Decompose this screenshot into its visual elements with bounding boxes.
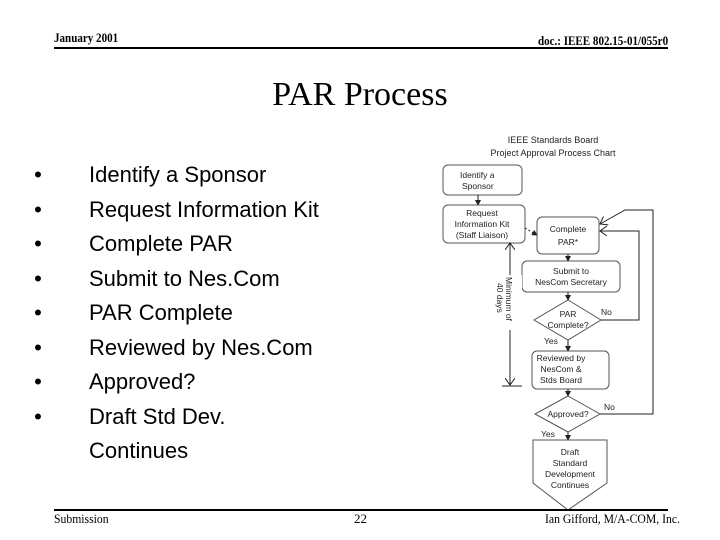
bullet-icon: • [34,369,42,394]
svg-text:Sponsor: Sponsor [462,181,494,191]
bullet-item: • Identify a Sponsor [32,158,362,193]
svg-text:Approved?: Approved? [547,409,588,419]
node-identify-sponsor: Identify a Sponsor [442,164,523,196]
bullet-icon: • [34,231,42,256]
node-complete-par: Complete PAR* [536,216,600,255]
svg-text:NesCom Secretary: NesCom Secretary [535,277,608,287]
bullet-list: • Identify a Sponsor • Request Information… [32,158,362,469]
bullet-icon: • [34,196,42,222]
bullet-icon: • [34,162,42,187]
svg-text:Stds Board: Stds Board [540,375,582,385]
svg-text:Request: Request [466,208,498,218]
flowchart-title-line1: IEEE Standards Board [508,135,599,145]
svg-text:Standard: Standard [553,458,588,468]
footer-author: Ian Gifford, M/A-COM, Inc. [545,511,680,526]
svg-text:40 days: 40 days [495,283,505,313]
flowchart-title-line2: Project Approval Process Chart [490,148,616,158]
node-request-info-kit: Request Information Kit (Staff Liaison) [442,204,526,244]
duration-label: Minimum of 40 days [495,277,514,322]
bullet-item: • Draft Std Dev. Continues [32,400,279,469]
svg-text:NesCom &: NesCom & [540,364,581,374]
node-draft-standard: Draft Standard Development Continues [532,439,608,510]
svg-text:Identify a: Identify a [460,170,495,180]
header-rule [54,47,668,49]
node-reviewed-nescom: Reviewed by NesCom & Stds Board [531,350,610,390]
svg-text:Development: Development [545,469,596,479]
bullet-item: • Reviewed by Nes.Com [32,331,362,366]
process-flowchart: IEEE Standards Board Project Approval Pr… [442,135,654,510]
svg-text:Complete?: Complete? [547,320,588,330]
slide-title: PAR Process [272,76,448,113]
footer-submission: Submission [54,511,109,526]
bullet-item: • PAR Complete [32,296,362,331]
svg-text:PAR: PAR [560,309,577,319]
label-no-1: No [601,307,612,317]
bullet-item: • Request Information Kit [32,193,362,228]
node-approved-decision: Approved? [533,395,602,433]
svg-text:Submit to: Submit to [553,266,589,276]
label-yes-2: Yes [541,429,555,439]
node-submit-nescom: Submit to NesCom Secretary [521,260,621,293]
label-yes-1: Yes [544,336,558,346]
bullet-item: • Submit to Nes.Com [32,262,362,297]
bullet-item: • Approved? [32,365,362,400]
svg-text:Complete: Complete [550,224,587,234]
svg-text:(Staff Liaison): (Staff Liaison) [456,230,508,240]
bullet-icon: • [34,300,42,325]
arrow-request-complete [524,227,538,236]
bullet-icon: • [34,403,42,429]
label-no-2: No [604,402,615,412]
bullet-icon: • [34,334,42,360]
node-par-complete-decision: PAR Complete? [533,299,602,341]
svg-text:Reviewed by: Reviewed by [537,353,586,363]
svg-text:Information Kit: Information Kit [455,219,510,229]
bullet-icon: • [34,265,42,291]
svg-text:Continues: Continues [551,480,589,490]
bullet-item: • Complete PAR [32,227,362,262]
svg-text:Draft: Draft [561,447,580,457]
header-date: January 2001 [54,30,119,45]
footer-page-number: 22 [354,511,367,526]
svg-text:PAR*: PAR* [558,237,579,247]
